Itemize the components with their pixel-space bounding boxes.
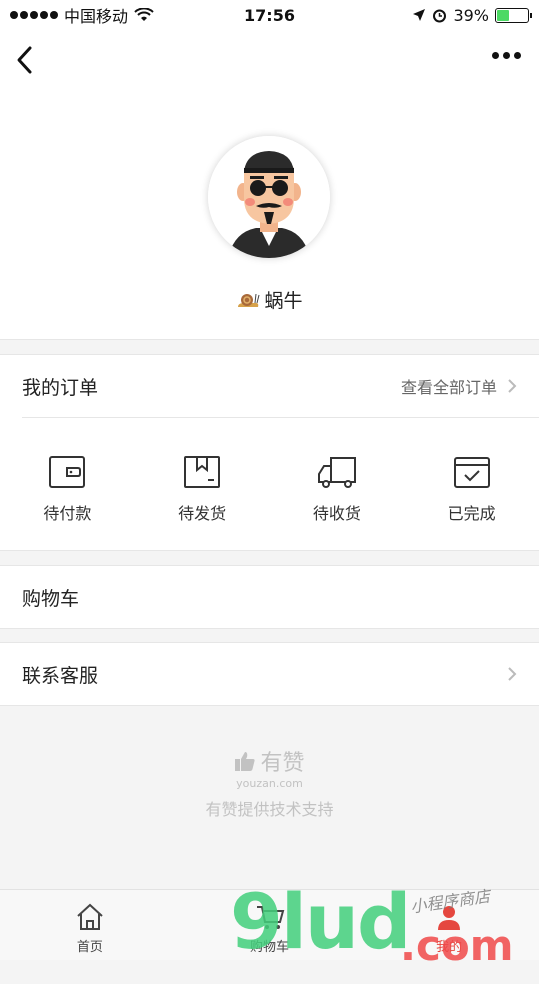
- tab-label: 首页: [76, 940, 103, 955]
- order-status-to-receive[interactable]: 待收货: [270, 418, 405, 550]
- avatar[interactable]: [208, 136, 330, 258]
- cart-icon: [256, 906, 284, 929]
- box-icon: [184, 456, 221, 488]
- battery-level: [497, 9, 509, 21]
- wifi-icon: [134, 8, 154, 21]
- customer-service-label: 联系客服: [22, 664, 99, 687]
- brand-support-text: 有赞提供技术支持: [205, 800, 334, 819]
- carrier-label: 中国移动: [64, 7, 129, 26]
- customer-service-section: 联系客服: [0, 642, 539, 706]
- order-status-label: 待收货: [312, 504, 361, 523]
- clock: 17:56: [244, 5, 295, 25]
- order-status-list: 待付款 待发货 待收货 已完成: [0, 418, 539, 550]
- orders-title: 我的订单: [22, 376, 99, 399]
- check-box-icon: [453, 457, 490, 488]
- cart-section: 购物车: [0, 565, 539, 629]
- brand-name: 有赞: [260, 751, 305, 776]
- battery-icon: [495, 7, 532, 23]
- order-status-label: 已完成: [447, 504, 496, 523]
- avatar-illustration: [208, 136, 330, 258]
- powered-by-footer: 有赞 youzan.com 有赞提供技术支持: [0, 745, 539, 820]
- wallet-icon: [49, 456, 86, 488]
- tab-cart[interactable]: 购物车: [180, 890, 360, 960]
- order-status-to-ship[interactable]: 待发货: [135, 418, 270, 550]
- tab-label: 我的: [436, 940, 463, 955]
- tab-home[interactable]: 首页: [0, 890, 180, 960]
- brand-title: 有赞: [0, 745, 539, 777]
- thumbs-up-icon: [235, 752, 256, 771]
- nickname: 蜗牛: [0, 286, 539, 313]
- signal-strength-icon: [10, 11, 58, 19]
- cart-row-label: 购物车: [22, 587, 80, 610]
- brand-domain: youzan.com: [236, 777, 303, 790]
- order-status-pending-payment[interactable]: 待付款: [0, 418, 135, 550]
- chevron-right-icon: [508, 379, 517, 393]
- profile-header: 蜗牛: [0, 90, 539, 340]
- snail-icon: [238, 293, 260, 307]
- order-status-label: 待发货: [178, 504, 227, 523]
- orders-section: 我的订单 查看全部订单 待付款 待发货 待收货 已完成: [0, 354, 539, 551]
- orders-header-row[interactable]: 我的订单 查看全部订单: [0, 355, 539, 417]
- more-options-icon[interactable]: [492, 52, 521, 59]
- order-status-completed[interactable]: 已完成: [404, 418, 539, 550]
- battery-percent: 39%: [453, 5, 489, 25]
- tab-label: 购物车: [250, 940, 290, 955]
- nickname-text: 蜗牛: [264, 290, 303, 312]
- status-bar: 中国移动 17:56 39%: [0, 0, 539, 30]
- order-status-label: 待付款: [43, 504, 92, 523]
- view-all-orders-label: 查看全部订单: [400, 378, 497, 397]
- truck-icon: [317, 457, 356, 488]
- home-icon: [77, 903, 103, 930]
- alarm-icon: [433, 9, 447, 22]
- view-all-orders-link[interactable]: 查看全部订单: [401, 374, 517, 398]
- navigation-bar: [0, 30, 539, 90]
- back-icon[interactable]: [12, 42, 42, 78]
- location-arrow-icon: [413, 9, 426, 21]
- chevron-right-icon: [508, 667, 517, 681]
- customer-service-row[interactable]: 联系客服: [0, 643, 539, 705]
- cart-row[interactable]: 购物车: [0, 566, 539, 628]
